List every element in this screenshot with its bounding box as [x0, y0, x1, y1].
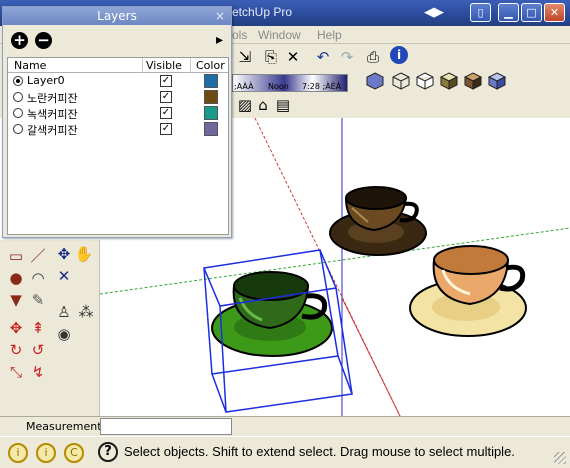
layers-close-icon[interactable]: ×: [215, 7, 225, 25]
layer-visible-checkbox[interactable]: ✓: [160, 91, 172, 103]
shadow-label-start: ;AÀÀ: [234, 82, 254, 91]
redo-icon[interactable]: ↷: [336, 46, 358, 68]
followme-tool-icon[interactable]: ↺: [28, 340, 48, 360]
offset-tool-icon[interactable]: ↯: [28, 362, 48, 382]
window-title: etchUp Pro: [232, 5, 293, 19]
move-tool-icon[interactable]: ✥: [6, 318, 26, 338]
status-message: Select objects. Shift to extend select. …: [124, 444, 515, 459]
nav-arrows-icon[interactable]: ◀▶: [424, 5, 444, 20]
brown-coffee-cup: [329, 186, 427, 256]
menu-window[interactable]: Window: [258, 28, 301, 42]
info-icon[interactable]: i: [390, 46, 408, 64]
monochrome-cube-icon[interactable]: [488, 72, 506, 90]
measurements-label: Measurements: [26, 420, 108, 433]
red-axis: [341, 297, 401, 416]
column-color-header[interactable]: Color: [196, 59, 225, 72]
status-bar: i i C ? Select objects. Shift to extend …: [0, 436, 570, 468]
footprint-tool-icon[interactable]: ⁂: [76, 302, 96, 322]
restore-icon[interactable]: ▯: [470, 3, 491, 22]
scenes-icon[interactable]: ▤: [272, 94, 294, 116]
layers-title: Layers: [97, 9, 137, 23]
layers-toolbar: + − ▸: [3, 25, 231, 55]
user-icon[interactable]: C: [64, 443, 84, 463]
home-icon[interactable]: ⌂: [252, 94, 274, 116]
layer-color-swatch[interactable]: [204, 106, 218, 120]
layer-visible-checkbox[interactable]: ✓: [160, 75, 172, 87]
menu-help[interactable]: Help: [317, 28, 342, 42]
shaded-cube-icon[interactable]: [440, 72, 458, 90]
layers-dialog: Layers × + − ▸ Name Visible Color Layer0…: [2, 6, 232, 238]
layer-color-swatch[interactable]: [204, 90, 218, 104]
paste-icon[interactable]: ⎘: [260, 46, 282, 68]
textured-cube-icon[interactable]: [464, 72, 482, 90]
layer-active-radio[interactable]: [13, 124, 23, 134]
layers-table: Name Visible Color Layer0 ✓ 노란커피잔 ✓ 녹색커피…: [7, 57, 229, 235]
yellow-coffee-cup: [409, 245, 527, 337]
column-visible-header[interactable]: Visible: [146, 59, 182, 72]
measurements-bar: Measurements: [0, 416, 570, 436]
layer-row[interactable]: 노란커피잔 ✓: [8, 89, 228, 105]
remove-layer-button[interactable]: −: [35, 32, 52, 49]
maximize-button[interactable]: □: [521, 3, 542, 22]
undo-icon[interactable]: ↶: [312, 46, 334, 68]
circle-tool-icon[interactable]: ●: [6, 268, 26, 288]
layer-name[interactable]: 노란커피잔: [27, 90, 78, 106]
hidden-line-cube-icon[interactable]: [416, 72, 434, 90]
layer-name[interactable]: 녹색커피잔: [27, 106, 78, 122]
layer-color-swatch[interactable]: [204, 122, 218, 136]
minimize-button[interactable]: ▁: [498, 3, 519, 22]
wireframe-cube-icon[interactable]: [392, 72, 410, 90]
rectangle-tool-icon[interactable]: ▭: [6, 246, 26, 266]
zoom-extents-icon[interactable]: ✕: [54, 266, 74, 286]
erase-icon[interactable]: ✕: [282, 46, 304, 68]
walk-icon[interactable]: ⇲: [234, 46, 256, 68]
arc-tool-icon[interactable]: ◠: [28, 268, 48, 288]
layer-row[interactable]: 녹색커피잔 ✓: [8, 105, 228, 121]
credits-icon[interactable]: i: [36, 443, 56, 463]
measurements-input[interactable]: [100, 418, 232, 435]
resize-grip-icon[interactable]: [554, 452, 566, 464]
tool-palette: ▭ ／ ✥ ✋ ● ◠ ✕ ▼ ✎ ♙ ⁂ ✥ ⇞ ◉ ↻ ↺ ⤡ ↯: [0, 240, 100, 416]
shadow-label-noon: Noon: [268, 82, 289, 91]
layer-name[interactable]: Layer0: [27, 74, 65, 87]
shadow-label-end: 7:28 ;ÀÈÀ: [302, 82, 342, 91]
add-layer-button[interactable]: +: [11, 32, 28, 49]
look-around-icon[interactable]: ◉: [54, 324, 74, 344]
polygon-tool-icon[interactable]: ▼: [6, 290, 26, 310]
layer-row[interactable]: Layer0 ✓: [8, 73, 228, 89]
layer-active-radio[interactable]: [13, 76, 23, 86]
pushpull-tool-icon[interactable]: ⇞: [28, 318, 48, 338]
help-icon[interactable]: ?: [98, 442, 118, 462]
green-coffee-cup: [211, 271, 333, 357]
menu-tools[interactable]: ols: [232, 28, 247, 42]
line-tool-icon[interactable]: ／: [28, 246, 48, 266]
layer-color-swatch[interactable]: [204, 74, 218, 88]
xray-cube-icon[interactable]: [366, 72, 384, 90]
layer-visible-checkbox[interactable]: ✓: [160, 123, 172, 135]
walk-tool-icon[interactable]: ♙: [54, 302, 74, 322]
print-icon[interactable]: ⎙: [362, 46, 384, 68]
shadow-time-labels: ;AÀÀ Noon 7:28 ;ÀÈÀ: [232, 82, 348, 94]
layer-row[interactable]: 갈색커피잔 ✓: [8, 121, 228, 137]
geo-location-icon[interactable]: i: [8, 443, 28, 463]
layer-active-radio[interactable]: [13, 92, 23, 102]
freehand-tool-icon[interactable]: ✎: [28, 290, 48, 310]
rotate-tool-icon[interactable]: ↻: [6, 340, 26, 360]
details-arrow-icon[interactable]: ▸: [216, 32, 223, 48]
pan-tool-icon[interactable]: ✋: [74, 244, 94, 264]
orbit-tool-icon[interactable]: ✥: [54, 244, 74, 264]
layers-table-header: Name Visible Color: [8, 58, 228, 73]
layer-name[interactable]: 갈색커피잔: [27, 122, 78, 138]
close-button[interactable]: ✕: [544, 3, 565, 22]
layer-active-radio[interactable]: [13, 108, 23, 118]
column-name-header[interactable]: Name: [14, 59, 46, 72]
layer-visible-checkbox[interactable]: ✓: [160, 107, 172, 119]
scale-tool-icon[interactable]: ⤡: [6, 362, 26, 382]
layers-title-bar[interactable]: Layers ×: [3, 7, 231, 25]
